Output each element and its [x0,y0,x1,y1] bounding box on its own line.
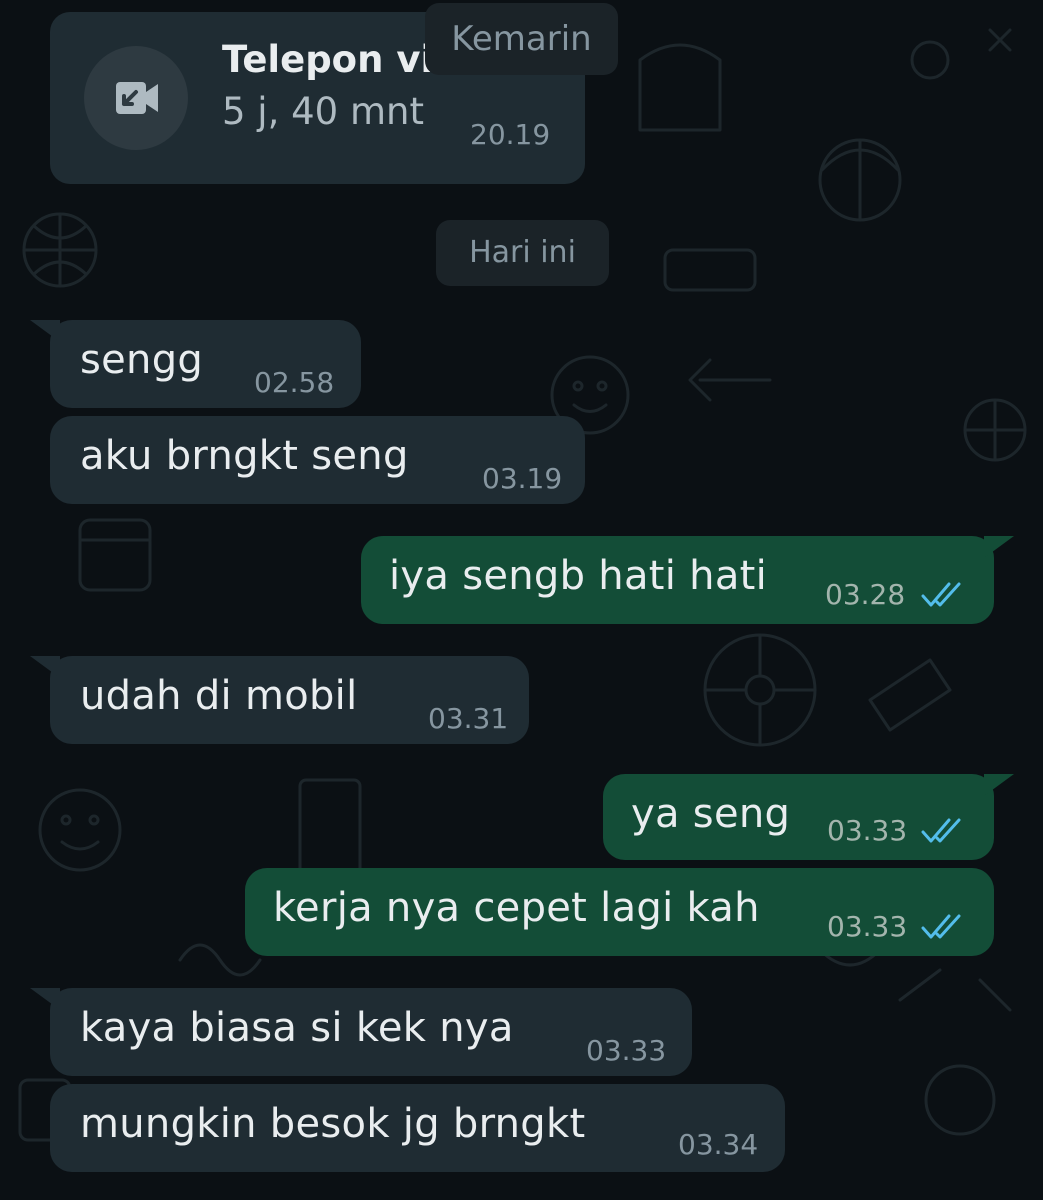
message-incoming[interactable]: udah di mobil 03.31 [30,656,529,744]
date-chip-today: Hari ini [436,220,609,286]
message-timestamp: 03.33 [827,910,908,943]
message-text: iya sengb hati hati [389,553,768,599]
message-text: mungkin besok jg brngkt [80,1101,586,1147]
read-receipt-icon [921,914,961,939]
date-chip-yesterday: Kemarin [425,3,618,75]
message-text: sengg [80,337,204,383]
bubble-tail [30,320,60,342]
message-incoming[interactable]: mungkin besok jg brngkt 03.34 [50,1084,785,1172]
message-outgoing[interactable]: kerja nya cepet lagi kah 03.33 [245,868,994,956]
read-receipt-icon [921,582,961,607]
message-text: kerja nya cepet lagi kah [273,885,760,931]
call-duration: 5 j, 40 mnt [222,90,424,133]
message-incoming[interactable]: sengg 02.58 [30,320,361,408]
message-text: aku brngkt seng [80,433,409,479]
call-title: Telepon vi [222,38,434,81]
message-timestamp: 03.33 [586,1034,667,1067]
message-timestamp: 03.34 [678,1128,759,1161]
chat-conversation[interactable]: Telepon vi 5 j, 40 mnt 20.19 Kemarin Har… [0,0,1043,1200]
call-timestamp: 20.19 [470,118,551,151]
message-text: udah di mobil [80,673,358,719]
call-icon-container [84,46,188,150]
bubble-tail [30,656,60,678]
message-timestamp: 02.58 [254,366,335,399]
message-text: ya seng [631,791,791,837]
message-timestamp: 03.19 [482,462,563,495]
message-incoming[interactable]: aku brngkt seng 03.19 [50,416,585,504]
message-timestamp: 03.31 [428,702,509,735]
bubble-tail [984,536,1014,558]
message-timestamp: 03.28 [825,578,906,611]
missed-video-call-icon [116,82,158,114]
message-outgoing[interactable]: ya seng 03.33 [603,774,1014,860]
bubble-tail [30,988,60,1010]
bubble-tail [984,774,1014,796]
message-outgoing[interactable]: iya sengb hati hati 03.28 [361,536,1014,624]
message-incoming[interactable]: kaya biasa si kek nya 03.33 [30,988,692,1076]
message-timestamp: 03.33 [827,814,908,847]
read-receipt-icon [921,818,961,843]
message-text: kaya biasa si kek nya [80,1005,514,1051]
